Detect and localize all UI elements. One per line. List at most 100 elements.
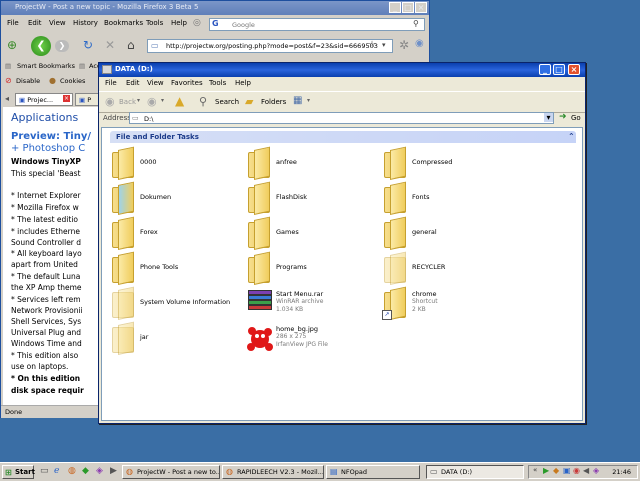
folder-item[interactable]: jar — [110, 321, 244, 355]
tab-second[interactable]: ▣ P — [75, 93, 99, 106]
shortcut-item[interactable]: ↗ chrome Shortcut 2 KB — [382, 286, 516, 320]
start-button[interactable]: ⊞ Start — [2, 465, 35, 479]
taskbar-button-rapidleech[interactable]: ◍ RAPIDLEECH V2.3 - Mozil... — [222, 465, 324, 479]
volume-icon[interactable]: ◀ — [583, 466, 589, 475]
menu-help[interactable]: Help — [235, 79, 251, 87]
chevron-down-icon[interactable]: ▾ — [161, 97, 164, 104]
item-name: RECYCLER — [412, 263, 446, 271]
tray-icon[interactable]: ◆ — [553, 466, 559, 475]
home-icon[interactable]: ⌂ — [127, 38, 135, 52]
menu-bookmarks[interactable]: Bookmarks — [104, 19, 143, 27]
ie-icon[interactable]: ℯ — [54, 466, 59, 476]
search-input[interactable]: Google — [232, 21, 255, 29]
folders-button[interactable]: Folders — [261, 98, 286, 106]
menu-history[interactable]: History — [73, 19, 98, 27]
address-input[interactable]: ▭ D:\ ▾ — [129, 112, 554, 124]
chevron-left-icon[interactable]: « — [533, 466, 537, 474]
chevron-down-icon[interactable]: ▾ — [382, 41, 386, 49]
back-button[interactable]: Back — [119, 98, 136, 106]
folder-item[interactable]: Fonts — [382, 181, 516, 215]
reload-icon[interactable]: ↻ — [83, 38, 93, 52]
media-icon[interactable]: ▶ — [110, 466, 117, 476]
maximize-button[interactable]: □ — [553, 64, 565, 75]
firefox-titlebar[interactable]: ProjectW - Post a new topic - Mozilla Fi… — [1, 1, 429, 15]
search-button[interactable]: Search — [215, 98, 239, 106]
folders-icon[interactable]: ▰ — [245, 95, 253, 108]
folder-item[interactable]: general — [382, 216, 516, 250]
play-icon[interactable]: ▶ — [543, 466, 549, 475]
stop-icon[interactable]: ✕ — [105, 38, 115, 52]
post-line: Windows TinyXP — [11, 157, 81, 166]
search-icon[interactable]: ⚲ — [199, 95, 207, 108]
folder-item[interactable]: System Volume Information — [110, 286, 244, 320]
menu-help[interactable]: Help — [171, 19, 187, 27]
addon-icon[interactable]: ◉ — [415, 38, 424, 49]
folder-item[interactable]: Phone Tools — [110, 251, 244, 285]
url-input[interactable]: http://projectw.org/posting.php?mode=pos… — [166, 42, 378, 50]
desktop-icon[interactable]: ▭ — [40, 466, 49, 476]
taskbar-button-nfopad[interactable]: ▤ NFOpad — [326, 465, 420, 479]
folder-item[interactable]: anfree — [246, 146, 380, 180]
gear-icon[interactable]: ✲ — [399, 38, 409, 52]
app-icon[interactable]: ◈ — [96, 466, 103, 476]
go-icon[interactable]: ➜ — [559, 112, 567, 122]
close-button[interactable]: × — [415, 2, 427, 13]
taskbar-button-firefox[interactable]: ◍ ProjectW - Post a new to... — [122, 465, 220, 479]
new-tab-icon[interactable]: ⊕ — [7, 38, 17, 52]
go-button[interactable]: Go — [571, 114, 581, 122]
disable-menu[interactable]: Disable — [16, 77, 40, 85]
folder-item[interactable]: FlashDisk — [246, 181, 380, 215]
file-item[interactable]: Start Menu.rar WinRAR archive 1.034 KB — [246, 290, 380, 320]
folder-item[interactable]: Dokumen — [110, 181, 244, 215]
firefox-icon[interactable]: ◍ — [68, 466, 76, 476]
close-button[interactable]: × — [568, 64, 580, 75]
menu-view[interactable]: View — [49, 19, 66, 27]
menu-tools[interactable]: Tools — [209, 79, 226, 87]
views-icon[interactable]: ▦ — [293, 95, 302, 106]
cookies-menu[interactable]: Cookies — [60, 77, 85, 85]
network-icon[interactable]: ▣ — [563, 466, 571, 475]
tab-scroll-left-icon[interactable]: ◂ — [5, 94, 9, 103]
taskbar-button-explorer[interactable]: ▭ DATA (D:) — [426, 465, 524, 479]
tasks-header[interactable]: File and Folder Tasks ⌃ — [110, 131, 576, 143]
back-icon[interactable]: ❮ — [31, 36, 51, 56]
chevron-down-icon[interactable]: ▾ — [544, 113, 553, 122]
maximize-button[interactable]: □ — [402, 2, 414, 13]
search-box[interactable]: G Google ⚲ — [209, 18, 425, 31]
menu-file[interactable]: File — [105, 79, 117, 87]
folder-item[interactable]: RECYCLER — [382, 251, 516, 285]
menu-edit[interactable]: Edit — [28, 19, 42, 27]
menu-file[interactable]: File — [7, 19, 19, 27]
menu-view[interactable]: View — [147, 79, 164, 87]
bookmark-smart[interactable]: Smart Bookmarks — [17, 62, 75, 70]
tray-icon[interactable]: ◉ — [573, 466, 580, 475]
menu-favorites[interactable]: Favorites — [171, 79, 203, 87]
explorer-titlebar[interactable]: DATA (D:) _ □ × — [99, 63, 585, 77]
back-icon[interactable]: ◉ — [105, 95, 115, 108]
collapse-icon[interactable]: ⌃ — [568, 132, 575, 141]
folder-item[interactable]: Forex — [110, 216, 244, 250]
chevron-down-icon[interactable]: ▾ — [307, 97, 310, 104]
menu-edit[interactable]: Edit — [126, 79, 140, 87]
folder-item[interactable]: Games — [246, 216, 380, 250]
menu-tools[interactable]: Tools — [146, 19, 163, 27]
url-bar[interactable]: ▭ http://projectw.org/posting.php?mode=p… — [147, 39, 393, 53]
tab-projectw[interactable]: ▣ Projec... × — [15, 93, 73, 106]
folder-icon — [110, 251, 134, 285]
minimize-button[interactable]: _ — [389, 2, 401, 13]
taskbar-button-label: RAPIDLEECH V2.3 - Mozil... — [237, 468, 324, 476]
tray-icon[interactable]: ◈ — [593, 466, 599, 475]
star-icon[interactable]: ☆ — [368, 40, 376, 50]
folder-item[interactable]: 0000 — [110, 146, 244, 180]
folder-item[interactable]: Programs — [246, 251, 380, 285]
launcher-icon[interactable]: ◆ — [82, 466, 89, 476]
search-icon[interactable]: ⚲ — [413, 19, 419, 28]
close-tab-icon[interactable]: × — [62, 95, 70, 102]
folder-item[interactable]: Compressed — [382, 146, 516, 180]
forward-icon[interactable]: ❯ — [55, 40, 69, 52]
minimize-button[interactable]: _ — [539, 64, 551, 75]
folder-up-icon[interactable]: ▲ — [175, 94, 184, 108]
chevron-down-icon[interactable]: ▾ — [137, 97, 140, 104]
file-item[interactable]: home_bg.jpg 286 x 275 IrfanView JPG File — [246, 325, 380, 355]
forward-icon[interactable]: ◉ — [147, 95, 157, 108]
